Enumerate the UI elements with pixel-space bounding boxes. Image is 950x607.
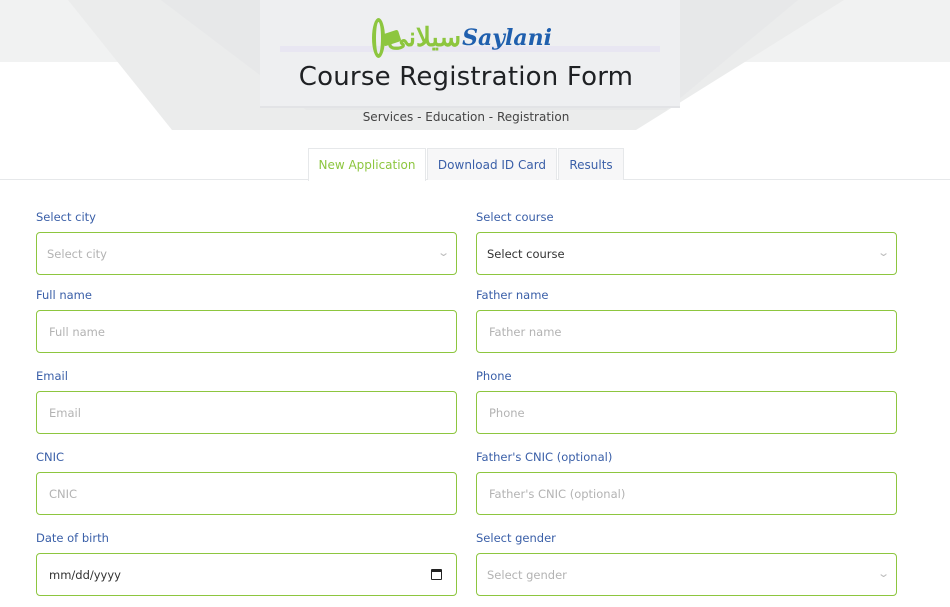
chevron-down-icon: ⌄ [876,246,890,259]
city-label: Select city [36,210,96,224]
email-placeholder: Email [49,405,81,420]
dob-field: Date of birth mm/dd/yyyy [36,531,457,596]
dob-placeholder: mm/dd/yyyy [49,567,121,582]
email-field: Email Email [36,369,457,434]
phone-input[interactable]: Phone [476,391,897,434]
page-title: Course Registration Form [298,62,634,92]
city-placeholder: Select city [47,246,107,261]
email-input[interactable]: Email [36,391,457,434]
phone-field: Phone Phone [476,369,897,434]
tab-bar: New Application Download ID Card Results [0,148,950,181]
phone-placeholder: Phone [489,405,525,420]
father-name-label: Father name [476,288,549,302]
father-cnic-label: Father's CNIC (optional) [476,450,613,464]
logo-emblem-icon [372,18,386,58]
cnic-input[interactable]: CNIC [36,472,457,515]
gender-placeholder: Select gender [487,567,567,582]
father-cnic-placeholder: Father's CNIC (optional) [489,486,626,501]
gender-select[interactable]: Select gender ⌄ [476,553,897,596]
cnic-placeholder: CNIC [49,486,78,501]
chevron-down-icon: ⌄ [876,567,890,580]
dob-input[interactable]: mm/dd/yyyy [36,553,457,596]
tab-download-id-card[interactable]: Download ID Card [427,148,557,180]
father-name-input[interactable]: Father name [476,310,897,353]
course-label: Select course [476,210,554,224]
logo-english-text: Saylani [462,25,552,51]
tab-new-application[interactable]: New Application [308,148,426,181]
father-cnic-field: Father's CNIC (optional) Father's CNIC (… [476,450,897,515]
chevron-down-icon: ⌄ [436,246,450,259]
full-name-field: Full name Full name [36,288,457,353]
city-select[interactable]: Select city ⌄ [36,232,457,275]
city-field: Select city Select city ⌄ [36,210,457,275]
course-placeholder: Select course [487,246,565,261]
saylani-logo: سیلانی Saylani [372,14,552,62]
father-name-placeholder: Father name [489,324,562,339]
full-name-label: Full name [36,288,92,302]
breadcrumb: Services - Education - Registration [362,110,570,124]
dob-label: Date of birth [36,531,109,545]
cnic-label: CNIC [36,450,65,464]
father-name-field: Father name Father name [476,288,897,353]
phone-label: Phone [476,369,512,383]
full-name-input[interactable]: Full name [36,310,457,353]
gender-field: Select gender Select gender ⌄ [476,531,897,596]
cnic-field: CNIC CNIC [36,450,457,515]
email-label: Email [36,369,68,383]
course-field: Select course Select course ⌄ [476,210,897,275]
full-name-placeholder: Full name [49,324,105,339]
tab-results[interactable]: Results [558,148,624,180]
gender-label: Select gender [476,531,556,545]
registration-page: سیلانی Saylani Course Registration Form … [0,0,950,607]
father-cnic-input[interactable]: Father's CNIC (optional) [476,472,897,515]
course-select[interactable]: Select course ⌄ [476,232,897,275]
calendar-icon[interactable] [431,569,442,580]
